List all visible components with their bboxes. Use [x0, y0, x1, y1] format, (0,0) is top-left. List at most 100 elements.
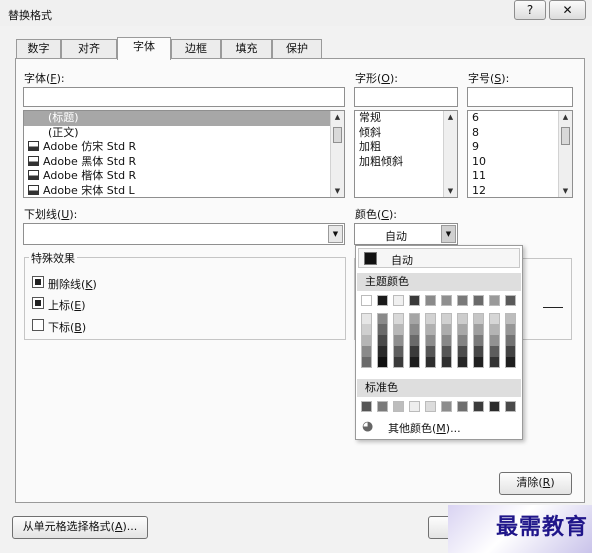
- superscript-checkbox[interactable]: [32, 297, 44, 309]
- theme-shade-swatch[interactable]: [361, 324, 372, 335]
- theme-shade-swatch[interactable]: [441, 324, 452, 335]
- theme-shade-swatch[interactable]: [377, 324, 388, 335]
- standard-color-swatch[interactable]: [409, 401, 420, 412]
- theme-shade-swatch[interactable]: [489, 324, 500, 335]
- font-option-body[interactable]: (正文): [24, 126, 344, 141]
- theme-shade-swatch[interactable]: [457, 324, 468, 335]
- theme-shade-swatch[interactable]: [489, 335, 500, 346]
- tab-number[interactable]: 数字: [16, 39, 61, 59]
- theme-shade-swatch[interactable]: [393, 357, 404, 368]
- size-option[interactable]: 8: [468, 126, 572, 141]
- theme-shade-swatch[interactable]: [457, 335, 468, 346]
- style-list[interactable]: 常规 倾斜 加粗 加粗倾斜 ▲ ▼: [354, 110, 458, 198]
- theme-shade-swatch[interactable]: [425, 357, 436, 368]
- font-option[interactable]: Adobe 黑体 Std R: [24, 155, 344, 170]
- theme-color-swatch[interactable]: [393, 295, 404, 306]
- scroll-down-arrow-icon[interactable]: ▼: [444, 185, 457, 197]
- theme-color-swatch[interactable]: [377, 295, 388, 306]
- style-option[interactable]: 常规: [355, 111, 457, 126]
- tab-protection[interactable]: 保护: [272, 39, 322, 59]
- standard-color-swatch[interactable]: [505, 401, 516, 412]
- theme-shade-swatch[interactable]: [441, 357, 452, 368]
- theme-shade-swatch[interactable]: [425, 335, 436, 346]
- font-option[interactable]: Adobe 楷体 Std R: [24, 169, 344, 184]
- standard-color-swatch[interactable]: [425, 401, 436, 412]
- font-list-scrollbar[interactable]: ▲ ▼: [330, 111, 344, 197]
- automatic-color-option[interactable]: 自动: [358, 248, 520, 268]
- theme-shade-swatch[interactable]: [425, 324, 436, 335]
- standard-color-swatch[interactable]: [457, 401, 468, 412]
- theme-color-swatch[interactable]: [473, 295, 484, 306]
- theme-shade-swatch[interactable]: [473, 357, 484, 368]
- theme-color-swatch[interactable]: [441, 295, 452, 306]
- theme-shade-swatch[interactable]: [393, 335, 404, 346]
- underline-select[interactable]: ▼: [23, 223, 345, 245]
- strikethrough-checkbox[interactable]: [32, 276, 44, 288]
- tab-font[interactable]: 字体: [117, 37, 171, 60]
- scroll-down-arrow-icon[interactable]: ▼: [331, 185, 344, 197]
- chevron-down-icon[interactable]: ▼: [441, 225, 456, 243]
- theme-color-swatch[interactable]: [505, 295, 516, 306]
- theme-shade-swatch[interactable]: [505, 324, 516, 335]
- theme-color-swatch[interactable]: [409, 295, 420, 306]
- font-option[interactable]: Adobe 仿宋 Std R: [24, 140, 344, 155]
- theme-shade-swatch[interactable]: [489, 357, 500, 368]
- theme-shade-swatch[interactable]: [505, 357, 516, 368]
- tab-alignment[interactable]: 对齐: [61, 39, 117, 59]
- subscript-label[interactable]: 下标(B): [48, 319, 86, 335]
- subscript-checkbox[interactable]: [32, 319, 44, 331]
- theme-color-swatch[interactable]: [457, 295, 468, 306]
- size-option[interactable]: 12: [468, 184, 572, 198]
- chevron-down-icon[interactable]: ▼: [328, 225, 343, 243]
- scroll-down-arrow-icon[interactable]: ▼: [559, 185, 572, 197]
- theme-shade-swatch[interactable]: [457, 357, 468, 368]
- theme-shade-swatch[interactable]: [425, 346, 436, 357]
- scroll-up-arrow-icon[interactable]: ▲: [444, 111, 457, 123]
- theme-shade-swatch[interactable]: [457, 313, 468, 324]
- theme-shade-swatch[interactable]: [505, 313, 516, 324]
- theme-shade-swatch[interactable]: [361, 357, 372, 368]
- theme-shade-swatch[interactable]: [473, 313, 484, 324]
- standard-color-swatch[interactable]: [393, 401, 404, 412]
- theme-shade-swatch[interactable]: [393, 346, 404, 357]
- font-option[interactable]: Adobe 宋体 Std L: [24, 184, 344, 198]
- style-input[interactable]: [354, 87, 458, 107]
- tab-border[interactable]: 边框: [171, 39, 221, 59]
- size-option[interactable]: 6: [468, 111, 572, 126]
- theme-shade-swatch[interactable]: [489, 313, 500, 324]
- help-button[interactable]: ?: [514, 0, 546, 20]
- theme-shade-swatch[interactable]: [393, 324, 404, 335]
- theme-shade-swatch[interactable]: [441, 335, 452, 346]
- theme-color-swatch[interactable]: [425, 295, 436, 306]
- choose-format-from-cell-button[interactable]: 从单元格选择格式(A)...: [12, 516, 148, 539]
- theme-shade-swatch[interactable]: [361, 346, 372, 357]
- scroll-thumb[interactable]: [333, 127, 342, 143]
- style-list-scrollbar[interactable]: ▲ ▼: [443, 111, 457, 197]
- theme-shade-swatch[interactable]: [377, 313, 388, 324]
- theme-shade-swatch[interactable]: [505, 346, 516, 357]
- tab-fill[interactable]: 填充: [221, 39, 272, 59]
- strikethrough-label[interactable]: 删除线(K): [48, 276, 97, 292]
- theme-color-swatch[interactable]: [489, 295, 500, 306]
- font-list[interactable]: (标题) (正文) Adobe 仿宋 Std R Adobe 黑体 Std R …: [23, 110, 345, 198]
- theme-shade-swatch[interactable]: [409, 313, 420, 324]
- size-input[interactable]: [467, 87, 573, 107]
- theme-shade-swatch[interactable]: [425, 313, 436, 324]
- theme-shade-swatch[interactable]: [505, 335, 516, 346]
- theme-shade-swatch[interactable]: [441, 346, 452, 357]
- size-option[interactable]: 10: [468, 155, 572, 170]
- size-option[interactable]: 11: [468, 169, 572, 184]
- standard-color-swatch[interactable]: [361, 401, 372, 412]
- theme-shade-swatch[interactable]: [409, 346, 420, 357]
- size-list-scrollbar[interactable]: ▲ ▼: [558, 111, 572, 197]
- style-option[interactable]: 倾斜: [355, 126, 457, 141]
- theme-shade-swatch[interactable]: [361, 313, 372, 324]
- standard-color-swatch[interactable]: [473, 401, 484, 412]
- scroll-up-arrow-icon[interactable]: ▲: [559, 111, 572, 123]
- theme-shade-swatch[interactable]: [441, 313, 452, 324]
- theme-shade-swatch[interactable]: [473, 324, 484, 335]
- theme-shade-swatch[interactable]: [393, 313, 404, 324]
- more-colors-option[interactable]: ◕ 其他颜色(M)...: [362, 419, 512, 435]
- style-option[interactable]: 加粗倾斜: [355, 155, 457, 170]
- size-option[interactable]: 9: [468, 140, 572, 155]
